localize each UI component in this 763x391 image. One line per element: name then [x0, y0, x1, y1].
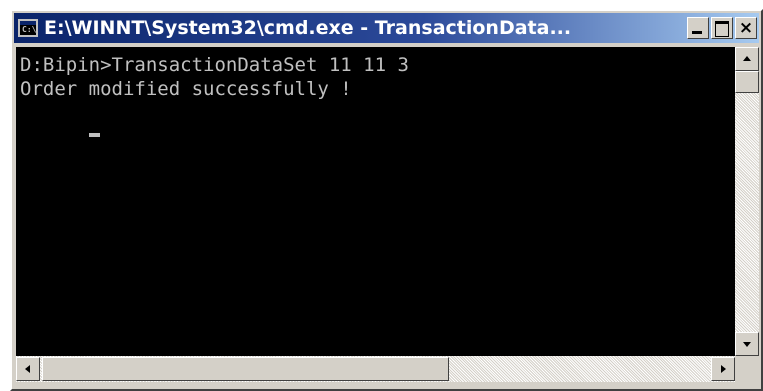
- window-title: E:\WINNT\System32\cmd.exe - TransactionD…: [44, 17, 572, 39]
- scroll-down-button[interactable]: [735, 332, 759, 356]
- scroll-up-arrow-icon: [743, 56, 751, 61]
- title-bar[interactable]: C:\ E:\WINNT\System32\cmd.exe - Transact…: [14, 13, 759, 43]
- console-cursor-line: [20, 101, 731, 137]
- window-controls: ×: [685, 17, 757, 39]
- close-icon: ×: [738, 17, 754, 38]
- command-prompt-icon-glyph: C:\: [22, 25, 37, 34]
- console-line: D:Bipin>TransactionDataSet 11 11 3: [20, 54, 409, 76]
- scroll-down-arrow-icon: [743, 342, 751, 347]
- scroll-left-button[interactable]: [16, 357, 40, 381]
- horizontal-scroll-thumb[interactable]: [42, 357, 449, 381]
- console-output[interactable]: D:Bipin>TransactionDataSet 11 11 3 Order…: [16, 47, 735, 356]
- scroll-left-arrow-icon: [25, 365, 30, 373]
- text-cursor: [88, 133, 100, 137]
- cmd-window: C:\ E:\WINNT\System32\cmd.exe - Transact…: [10, 9, 763, 391]
- console-line: Order modified successfully !: [20, 78, 352, 100]
- horizontal-scrollbar[interactable]: [16, 356, 735, 382]
- vertical-scrollbar[interactable]: [735, 47, 759, 356]
- command-prompt-icon[interactable]: C:\: [18, 19, 38, 37]
- vertical-scroll-thumb[interactable]: [735, 71, 759, 93]
- close-button[interactable]: ×: [735, 17, 757, 39]
- minimize-button[interactable]: [687, 17, 709, 39]
- maximize-button[interactable]: [711, 17, 733, 39]
- scroll-right-button[interactable]: [711, 357, 735, 381]
- scroll-right-arrow-icon: [721, 365, 726, 373]
- scrollbar-corner: [735, 356, 759, 382]
- scroll-up-button[interactable]: [735, 47, 759, 71]
